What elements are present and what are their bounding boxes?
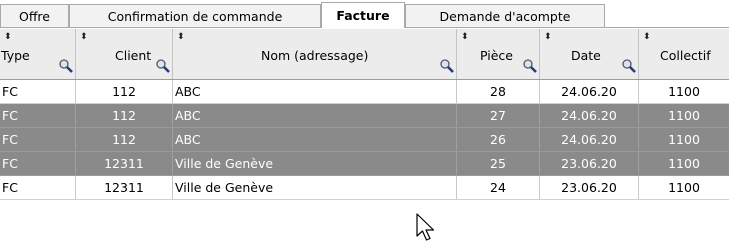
cell-client: 112 bbox=[76, 104, 173, 127]
column-header-date[interactable]: ⬍ Date bbox=[540, 29, 639, 79]
table-row[interactable]: FC 112 ABC 27 24.06.20 1100 bbox=[0, 104, 729, 128]
cell-client: 112 bbox=[76, 128, 173, 151]
column-header-nom-adressage[interactable]: ⬍ Nom (adressage) bbox=[173, 29, 457, 79]
cell-nom: ABC bbox=[173, 128, 457, 151]
magnifier-icon[interactable] bbox=[155, 58, 171, 74]
magnifier-icon[interactable] bbox=[522, 58, 538, 74]
cell-collectif: 1100 bbox=[668, 108, 700, 123]
cell-piece: 27 bbox=[457, 104, 540, 127]
cell-type: FC bbox=[0, 104, 76, 127]
table-row[interactable]: FC 112 ABC 28 24.06.20 1100 bbox=[0, 80, 729, 104]
cell-date: 24.06.20 bbox=[540, 104, 639, 127]
column-header-piece[interactable]: ⬍ Pièce bbox=[457, 29, 540, 79]
cell-piece: 26 bbox=[457, 128, 540, 151]
column-header-collectif[interactable]: ⬍ Collectif bbox=[639, 29, 729, 79]
magnifier-icon[interactable] bbox=[58, 58, 74, 74]
invoice-grid: ⬍ Type ⬍ Client ⬍ Nom (adressage) ⬍ Pièc… bbox=[0, 29, 729, 200]
cell-client: 112 bbox=[76, 80, 173, 103]
column-label: Client bbox=[115, 48, 152, 63]
cell-type: FC bbox=[0, 80, 76, 103]
sort-icon[interactable]: ⬍ bbox=[544, 33, 552, 42]
magnifier-icon[interactable] bbox=[439, 58, 455, 74]
column-label: Pièce bbox=[480, 48, 513, 63]
cell-date: 23.06.20 bbox=[540, 152, 639, 175]
sort-icon[interactable]: ⬍ bbox=[177, 33, 185, 42]
tab-bar: Offre Confirmation de commande Facture D… bbox=[0, 0, 729, 28]
sort-icon[interactable]: ⬍ bbox=[643, 33, 651, 42]
cell-date: 24.06.20 bbox=[540, 128, 639, 151]
column-label: Type bbox=[1, 48, 30, 63]
cell-nom: Ville de Genève bbox=[173, 176, 457, 199]
tab-label: Demande d'acompte bbox=[439, 8, 571, 24]
cell-nom: Ville de Genève bbox=[173, 152, 457, 175]
cell-client: 12311 bbox=[76, 176, 173, 199]
tab-label: Offre bbox=[18, 8, 50, 24]
tab-label: Confirmation de commande bbox=[107, 8, 283, 24]
cell-type: FC bbox=[0, 152, 76, 175]
table-row[interactable]: FC 12311 Ville de Genève 25 23.06.20 1100 bbox=[0, 152, 729, 176]
cell-date: 24.06.20 bbox=[540, 80, 639, 103]
table-row[interactable]: FC 112 ABC 26 24.06.20 1100 bbox=[0, 128, 729, 152]
tab-facture[interactable]: Facture bbox=[321, 2, 405, 28]
grid-header: ⬍ Type ⬍ Client ⬍ Nom (adressage) ⬍ Pièc… bbox=[0, 29, 729, 80]
sort-icon[interactable]: ⬍ bbox=[80, 33, 88, 42]
cell-client: 12311 bbox=[76, 152, 173, 175]
cell-nom: ABC bbox=[173, 80, 457, 103]
sort-icon[interactable]: ⬍ bbox=[461, 33, 469, 42]
column-label: Date bbox=[571, 48, 601, 63]
tab-demande-d-acompte[interactable]: Demande d'acompte bbox=[405, 4, 605, 27]
table-row[interactable]: FC 12311 Ville de Genève 24 23.06.20 1100 bbox=[0, 176, 729, 200]
cell-piece: 28 bbox=[457, 80, 540, 103]
cell-collectif: 1100 bbox=[668, 132, 700, 147]
sort-icon[interactable]: ⬍ bbox=[4, 33, 12, 42]
mouse-pointer-icon bbox=[416, 213, 435, 241]
tab-confirmation-de-commande[interactable]: Confirmation de commande bbox=[69, 4, 321, 27]
tab-offre[interactable]: Offre bbox=[0, 4, 69, 27]
column-label: Collectif bbox=[660, 48, 711, 63]
cell-collectif: 1100 bbox=[668, 156, 700, 171]
cell-type: FC bbox=[0, 176, 76, 199]
cell-type: FC bbox=[0, 128, 76, 151]
column-label: Nom (adressage) bbox=[261, 48, 369, 63]
cell-piece: 24 bbox=[457, 176, 540, 199]
column-header-type[interactable]: ⬍ Type bbox=[0, 29, 76, 79]
cell-collectif: 1100 bbox=[668, 84, 700, 99]
grid-body: FC 112 ABC 28 24.06.20 1100 FC 112 ABC 27 24.06.20… bbox=[0, 80, 729, 200]
magnifier-icon[interactable] bbox=[621, 58, 637, 74]
column-header-client[interactable]: ⬍ Client bbox=[76, 29, 173, 79]
cell-piece: 25 bbox=[457, 152, 540, 175]
cell-nom: ABC bbox=[173, 104, 457, 127]
tab-label: Facture bbox=[336, 8, 390, 23]
cell-collectif: 1100 bbox=[668, 180, 700, 195]
cell-date: 23.06.20 bbox=[540, 176, 639, 199]
